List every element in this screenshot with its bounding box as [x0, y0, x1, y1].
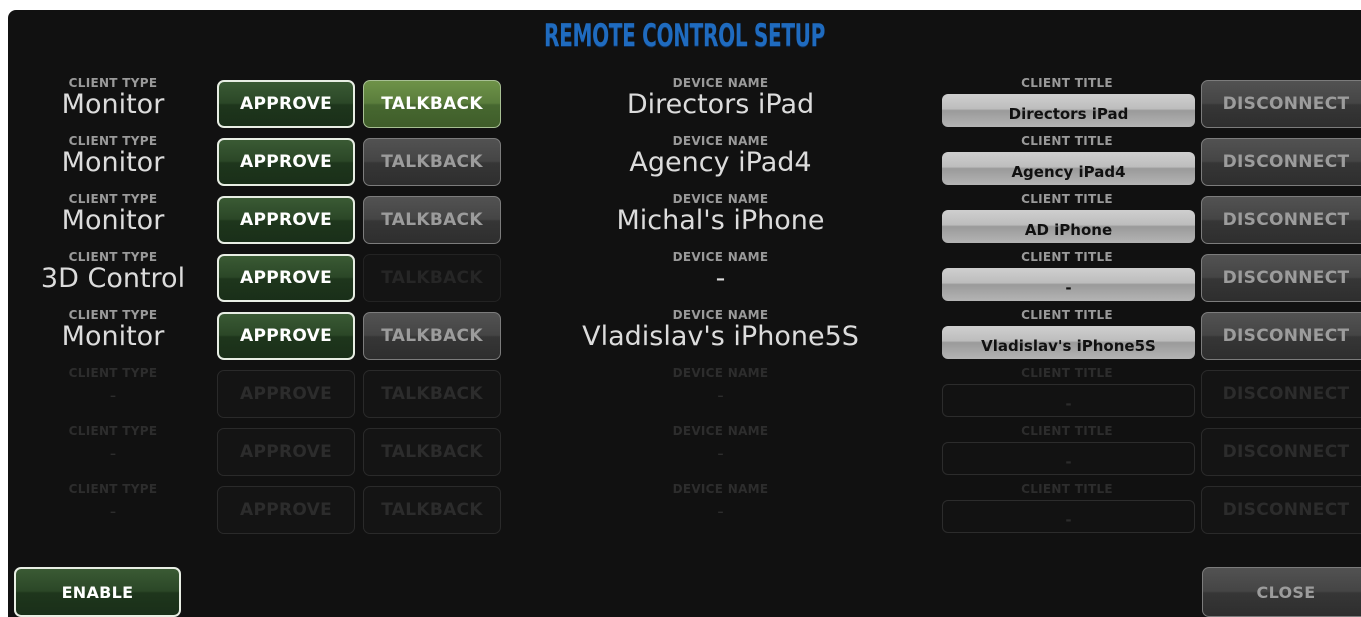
disconnect-button[interactable]: DISCONNECT: [1201, 138, 1361, 186]
approve-button[interactable]: APPROVE: [217, 312, 355, 360]
talkback-button[interactable]: TALKBACK: [363, 138, 501, 186]
client-row: CLIENT TYPE Monitor APPROVE TALKBACK DEV…: [8, 189, 1361, 247]
approve-button[interactable]: APPROVE: [217, 196, 355, 244]
client-type-label: CLIENT TYPE: [68, 250, 158, 264]
client-row: CLIENT TYPE - APPROVE TALKBACK DEVICE NA…: [8, 479, 1361, 537]
device-name-label: DEVICE NAME: [672, 482, 769, 496]
client-type-label: CLIENT TYPE: [68, 192, 158, 206]
client-title-field[interactable]: -: [942, 384, 1195, 417]
device-name-value: Directors iPad: [626, 89, 815, 120]
client-title-label: CLIENT TITLE: [1021, 308, 1113, 322]
disconnect-button[interactable]: DISCONNECT: [1201, 370, 1361, 418]
device-name-label: DEVICE NAME: [672, 250, 769, 264]
device-name-label: DEVICE NAME: [672, 308, 769, 322]
approve-button[interactable]: APPROVE: [217, 428, 355, 476]
client-type-value: Monitor: [61, 321, 165, 352]
remote-control-panel: REMOTE CONTROL SETUP CLIENT TYPE Monitor…: [8, 10, 1361, 617]
disconnect-button[interactable]: DISCONNECT: [1201, 254, 1361, 302]
device-name-value: Vladislav's iPhone5S: [582, 321, 859, 352]
device-name-label: DEVICE NAME: [672, 424, 769, 438]
talkback-button[interactable]: TALKBACK: [363, 428, 501, 476]
device-name-value: -: [717, 385, 724, 406]
client-type-label: CLIENT TYPE: [68, 76, 158, 90]
client-type-value: -: [109, 443, 117, 464]
approve-button[interactable]: APPROVE: [217, 80, 355, 128]
client-type-label: CLIENT TYPE: [68, 482, 158, 496]
client-title-label: CLIENT TITLE: [1021, 192, 1113, 206]
close-button[interactable]: CLOSE: [1202, 567, 1361, 617]
talkback-button[interactable]: TALKBACK: [363, 312, 501, 360]
disconnect-button[interactable]: DISCONNECT: [1201, 196, 1361, 244]
client-type-value: Monitor: [61, 89, 165, 120]
disconnect-button[interactable]: DISCONNECT: [1201, 312, 1361, 360]
client-type-label: CLIENT TYPE: [68, 366, 158, 380]
device-name-value: -: [717, 443, 724, 464]
client-title-field[interactable]: AD iPhone: [942, 210, 1195, 243]
client-type-value: 3D Control: [40, 263, 186, 294]
talkback-button[interactable]: TALKBACK: [363, 370, 501, 418]
client-row: CLIENT TYPE 3D Control APPROVE TALKBACK …: [8, 247, 1361, 305]
client-title-field[interactable]: Directors iPad: [942, 94, 1195, 127]
client-type-value: Monitor: [61, 147, 165, 178]
client-type-value: Monitor: [61, 205, 165, 236]
device-name-label: DEVICE NAME: [672, 76, 769, 90]
client-type-label: CLIENT TYPE: [68, 308, 158, 322]
client-type-value: -: [109, 501, 117, 522]
disconnect-button[interactable]: DISCONNECT: [1201, 428, 1361, 476]
client-title-label: CLIENT TITLE: [1021, 250, 1113, 264]
device-name-value: Michal's iPhone: [616, 205, 825, 236]
disconnect-button[interactable]: DISCONNECT: [1201, 486, 1361, 534]
client-row: CLIENT TYPE - APPROVE TALKBACK DEVICE NA…: [8, 363, 1361, 421]
enable-button[interactable]: ENABLE: [14, 567, 181, 617]
approve-button[interactable]: APPROVE: [217, 254, 355, 302]
device-name-label: DEVICE NAME: [672, 366, 769, 380]
device-name-label: DEVICE NAME: [672, 192, 769, 206]
client-type-label: CLIENT TYPE: [68, 424, 158, 438]
device-name-label: DEVICE NAME: [672, 134, 769, 148]
client-title-field[interactable]: -: [942, 500, 1195, 533]
client-type-label: CLIENT TYPE: [68, 134, 158, 148]
client-title-label: CLIENT TITLE: [1021, 482, 1113, 496]
client-title-field[interactable]: -: [942, 268, 1195, 301]
client-title-field[interactable]: Vladislav's iPhone5S: [942, 326, 1195, 359]
talkback-button[interactable]: TALKBACK: [363, 254, 501, 302]
device-name-value: -: [717, 501, 724, 522]
client-title-label: CLIENT TITLE: [1021, 76, 1113, 90]
client-row: CLIENT TYPE Monitor APPROVE TALKBACK DEV…: [8, 73, 1361, 131]
client-row: CLIENT TYPE Monitor APPROVE TALKBACK DEV…: [8, 305, 1361, 363]
disconnect-button[interactable]: DISCONNECT: [1201, 80, 1361, 128]
device-name-value: Agency iPad4: [629, 147, 812, 178]
client-title-field[interactable]: Agency iPad4: [942, 152, 1195, 185]
client-title-label: CLIENT TITLE: [1021, 366, 1113, 380]
talkback-button[interactable]: TALKBACK: [363, 80, 501, 128]
talkback-button[interactable]: TALKBACK: [363, 196, 501, 244]
device-name-value: -: [715, 263, 726, 294]
approve-button[interactable]: APPROVE: [217, 138, 355, 186]
client-row: CLIENT TYPE Monitor APPROVE TALKBACK DEV…: [8, 131, 1361, 189]
approve-button[interactable]: APPROVE: [217, 370, 355, 418]
client-title-label: CLIENT TITLE: [1021, 424, 1113, 438]
approve-button[interactable]: APPROVE: [217, 486, 355, 534]
client-title-label: CLIENT TITLE: [1021, 134, 1113, 148]
talkback-button[interactable]: TALKBACK: [363, 486, 501, 534]
client-type-value: -: [109, 385, 117, 406]
dialog-title: REMOTE CONTROL SETUP: [544, 18, 825, 54]
client-title-field[interactable]: -: [942, 442, 1195, 475]
client-row: CLIENT TYPE - APPROVE TALKBACK DEVICE NA…: [8, 421, 1361, 479]
